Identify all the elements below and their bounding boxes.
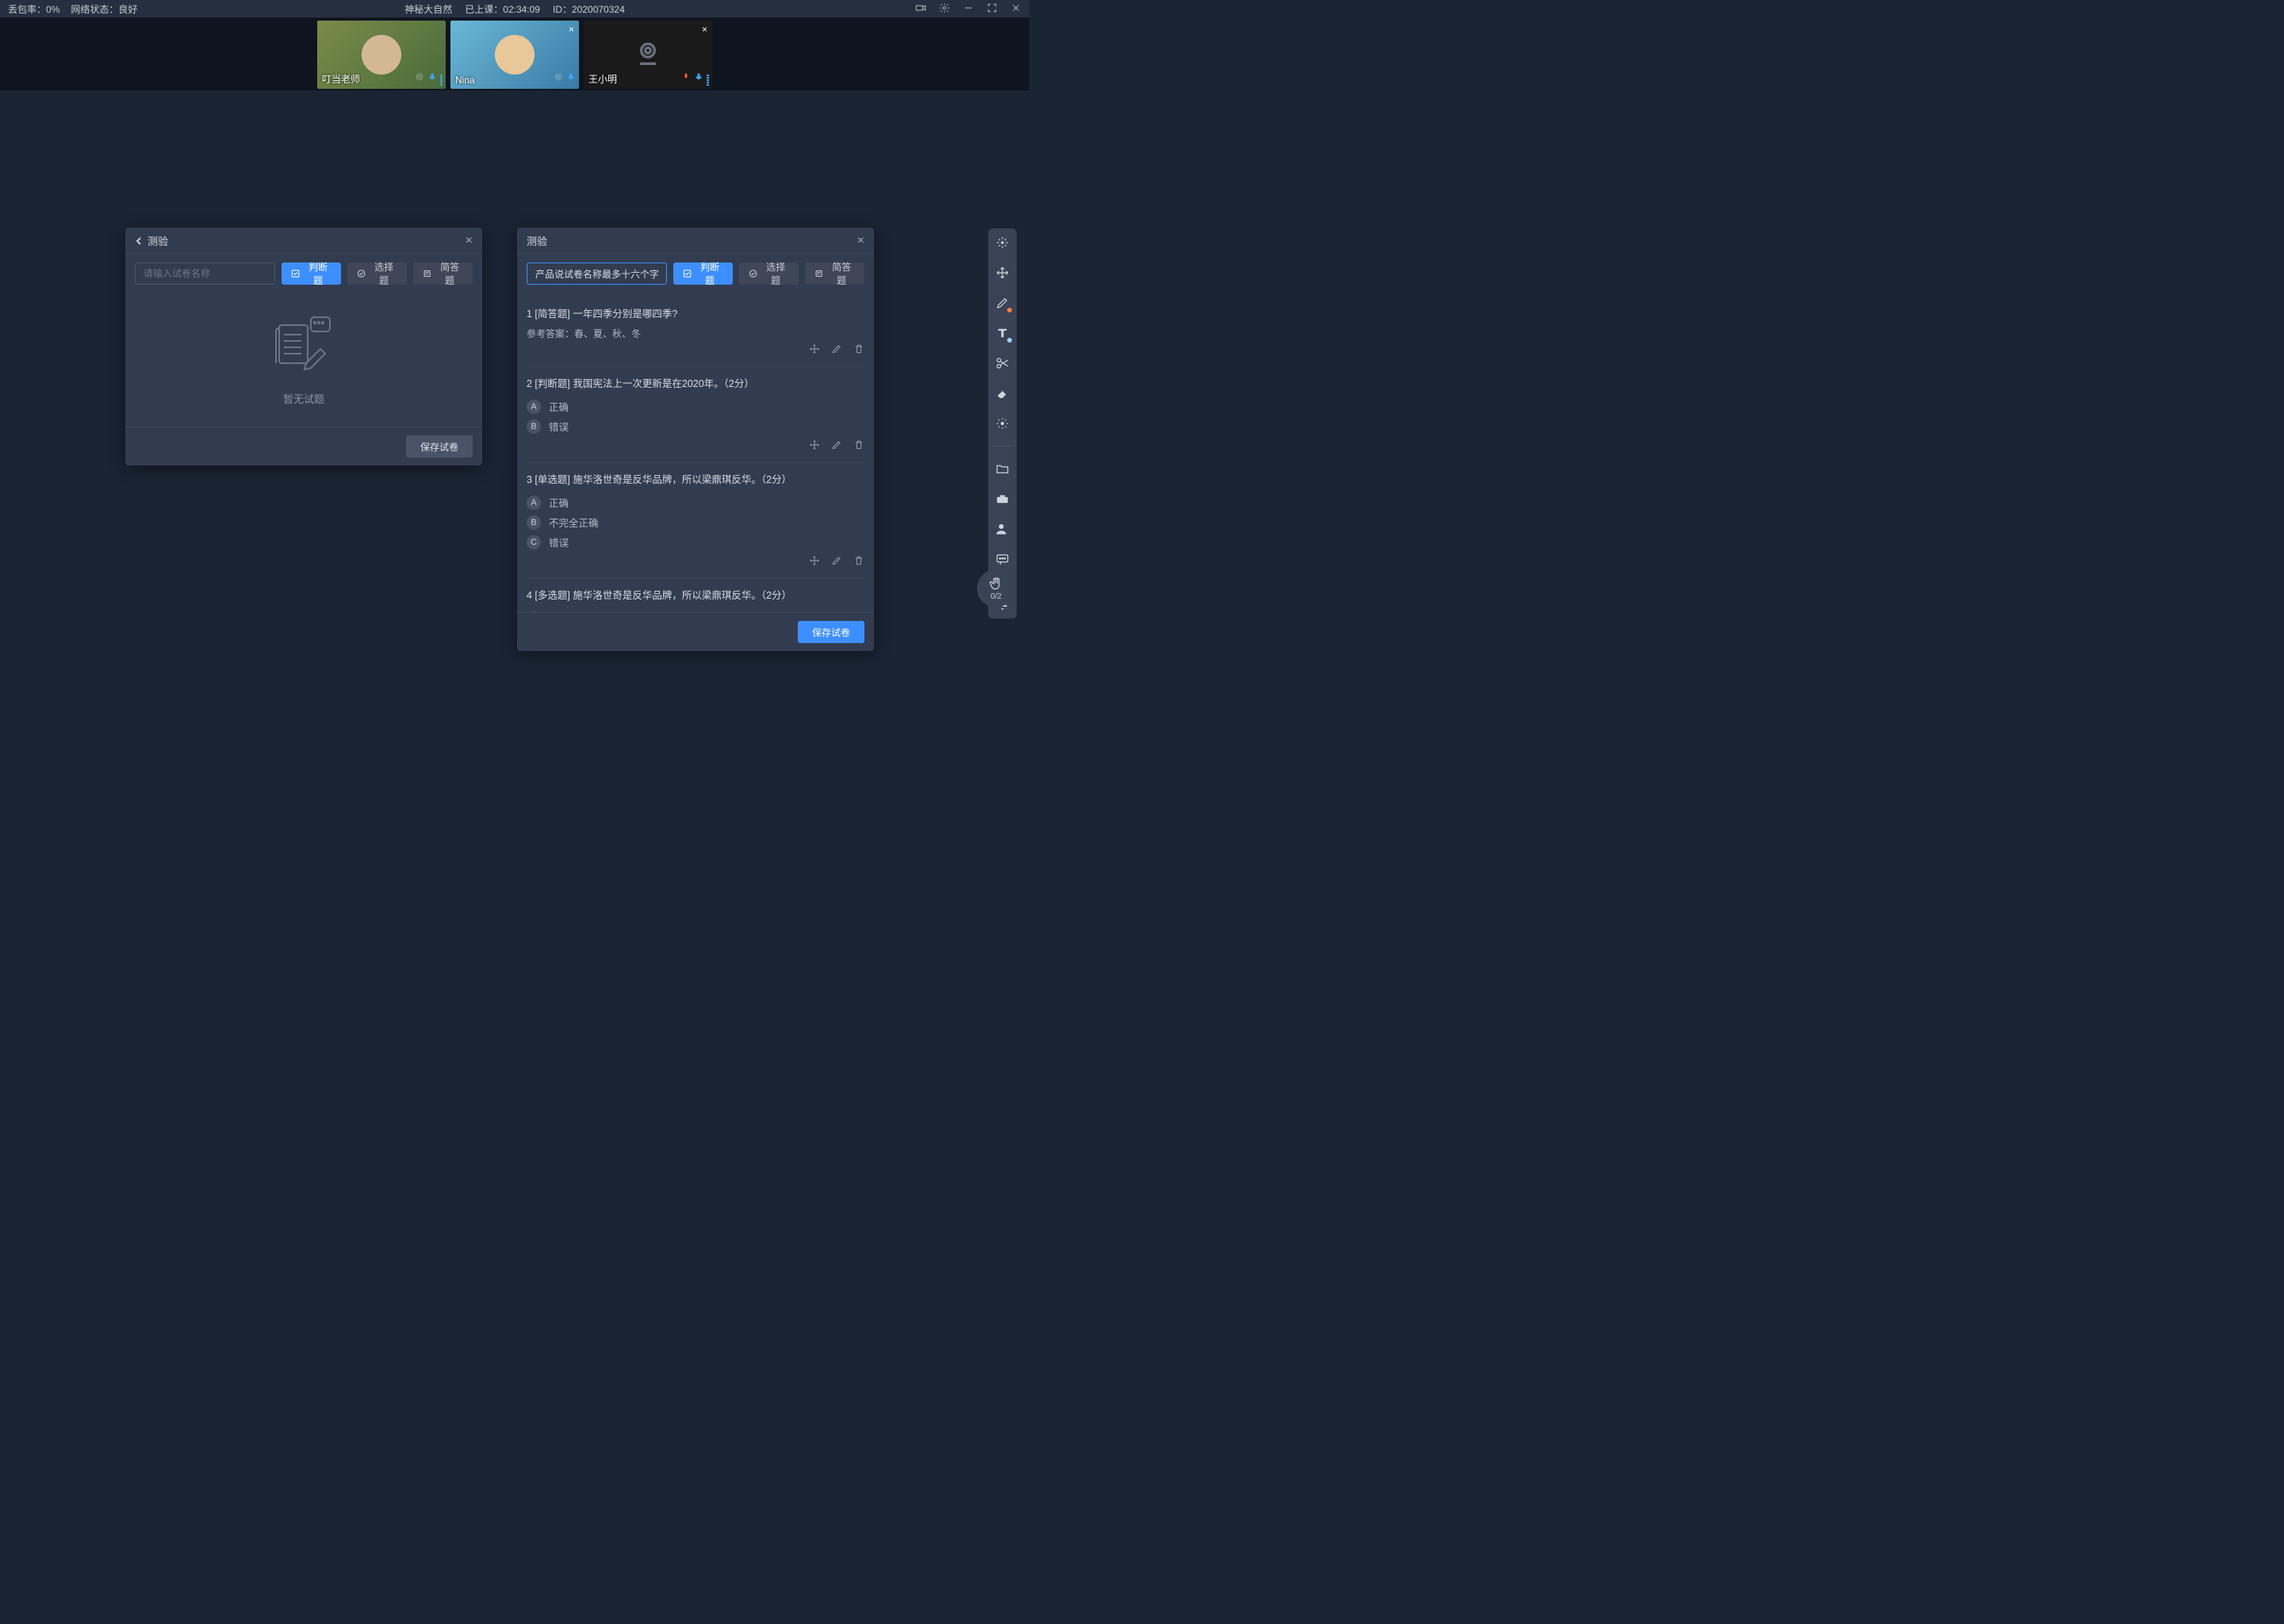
pen-tool-icon[interactable]: [994, 295, 1010, 311]
lesson-id: ID：2020070324: [553, 2, 625, 16]
short-answer-button[interactable]: 简答题: [413, 262, 473, 285]
video-tile-name: 叮当老师: [322, 72, 360, 86]
question-title: 1 [简答题] 一年四季分别是哪四季?: [527, 305, 864, 320]
delete-icon[interactable]: [853, 555, 864, 570]
question-title: 3 [单选题] 施华洛世奇是反华品牌，所以梁鼎琪反华。（2分）: [527, 471, 864, 486]
scissors-tool-icon[interactable]: [994, 355, 1010, 371]
panel-title: 测验: [148, 233, 168, 248]
camera-icon[interactable]: [915, 2, 926, 16]
network-status: 网络状态：良好: [71, 2, 137, 16]
close-icon[interactable]: ×: [702, 24, 707, 35]
empty-text: 暂无试题: [283, 391, 324, 406]
option-text: 正确: [549, 399, 569, 414]
raise-hand-count: 0/2: [991, 592, 1002, 601]
close-icon[interactable]: ×: [466, 234, 473, 248]
save-quiz-button[interactable]: 保存试卷: [798, 621, 864, 643]
video-tile-name: 王小明: [588, 72, 617, 86]
users-tool-icon[interactable]: [994, 521, 1010, 537]
elapsed-time: 已上课：02:34:09: [465, 2, 540, 16]
edit-icon[interactable]: [831, 555, 842, 570]
close-window-icon[interactable]: [1010, 2, 1021, 16]
volume-bars-icon: [707, 75, 709, 86]
video-strip: 叮当老师 × Nina × 王小明: [0, 17, 1029, 90]
volume-bars-icon: [440, 75, 443, 86]
option-text: 不完全正确: [549, 515, 599, 530]
move-icon[interactable]: [809, 439, 820, 454]
loss-rate: 丢包率：0%: [8, 2, 59, 16]
quiz-name-input[interactable]: [527, 262, 667, 285]
save-quiz-button[interactable]: 保存试卷: [406, 435, 473, 458]
choice-question-button[interactable]: 选择题: [347, 262, 407, 285]
move-tool-icon[interactable]: [994, 265, 1010, 281]
video-tile-student[interactable]: × Nina: [450, 21, 579, 89]
eraser-tool-icon[interactable]: [994, 385, 1010, 401]
close-icon[interactable]: ×: [569, 24, 574, 35]
judge-question-button[interactable]: 判断题: [282, 262, 341, 285]
quiz-panel-empty: 测验 × 判断题 选择题 简答题 暂无试题 保存试卷: [125, 228, 482, 465]
choice-question-button[interactable]: 选择题: [739, 262, 799, 285]
question-option[interactable]: B 错误: [527, 416, 864, 436]
annotation-toolbar: [988, 228, 1017, 619]
back-icon[interactable]: [135, 237, 143, 245]
quiz-panel-list: 测验 × 判断题 选择题 简答题 1 [简答题] 一年四季分别是哪四季? 参考答案…: [517, 228, 874, 651]
mic-muted-icon: [681, 71, 691, 86]
move-icon[interactable]: [809, 555, 820, 570]
question-item: 3 [单选题] 施华洛世奇是反华品牌，所以梁鼎琪反华。（2分） A 正确 B 不完全正确…: [527, 463, 864, 579]
option-text: 错误: [549, 419, 569, 434]
video-tile-student[interactable]: × 王小明: [584, 21, 712, 89]
empty-state: 暂无试题: [125, 293, 482, 427]
option-key: A: [527, 496, 541, 510]
question-option[interactable]: A 正确: [527, 396, 864, 416]
laser-tool-icon[interactable]: [994, 416, 1010, 431]
option-text: 正确: [549, 495, 569, 510]
delete-icon[interactable]: [853, 343, 864, 358]
question-option[interactable]: B 不完全正确: [527, 512, 864, 532]
pointer-tool-icon[interactable]: [994, 235, 1010, 251]
gear-icon[interactable]: [939, 2, 950, 16]
question-title: 4 [多选题] 施华洛世奇是反华品牌，所以梁鼎琪反华。（2分）: [527, 587, 864, 602]
camera-off-icon: [632, 37, 664, 73]
lesson-title: 神秘大自然: [404, 2, 452, 16]
chat-tool-icon[interactable]: [994, 551, 1010, 567]
option-key: B: [527, 419, 541, 434]
question-option[interactable]: A 正确: [527, 492, 864, 512]
mic-icon: [694, 71, 703, 86]
option-text: 错误: [549, 534, 569, 550]
toolbox-tool-icon[interactable]: [994, 491, 1010, 507]
question-item: 4 [多选题] 施华洛世奇是反华品牌，所以梁鼎琪反华。（2分）A是的B不完全正确…: [527, 579, 864, 612]
mic-icon: [566, 71, 576, 86]
raise-hand-badge[interactable]: 0/2: [977, 569, 1015, 607]
move-icon[interactable]: [809, 343, 820, 358]
panel-title: 测验: [527, 233, 547, 248]
option-key: C: [527, 535, 541, 550]
mic-icon: [427, 71, 437, 86]
short-answer-button[interactable]: 简答题: [805, 262, 864, 285]
question-title: 2 [判断题] 我国宪法上一次更新是在2020年。（2分）: [527, 375, 864, 390]
judge-question-button[interactable]: 判断题: [673, 262, 733, 285]
empty-illustration-icon: [268, 314, 339, 380]
video-tile-teacher[interactable]: 叮当老师: [317, 21, 446, 89]
question-item: 2 [判断题] 我国宪法上一次更新是在2020年。（2分） A 正确 B 错误: [527, 367, 864, 463]
reference-answer: 参考答案：春、夏、秋、冬: [527, 327, 864, 340]
option-key: A: [527, 400, 541, 414]
signal-icon: [415, 71, 424, 86]
text-tool-icon[interactable]: [994, 325, 1010, 341]
minimize-icon[interactable]: [963, 2, 974, 16]
edit-icon[interactable]: [831, 439, 842, 454]
close-icon[interactable]: ×: [857, 234, 864, 248]
signal-icon: [554, 71, 563, 86]
delete-icon[interactable]: [853, 439, 864, 454]
quiz-name-input[interactable]: [135, 262, 275, 285]
topbar: 丢包率：0% 网络状态：良好 神秘大自然 已上课：02:34:09 ID：202…: [0, 0, 1029, 17]
fullscreen-icon[interactable]: [987, 2, 998, 16]
edit-icon[interactable]: [831, 343, 842, 358]
option-key: B: [527, 515, 541, 530]
folder-tool-icon[interactable]: [994, 461, 1010, 477]
question-option[interactable]: C 错误: [527, 532, 864, 552]
video-tile-name: Nina: [455, 75, 475, 86]
question-item: 1 [简答题] 一年四季分别是哪四季? 参考答案：春、夏、秋、冬: [527, 297, 864, 367]
